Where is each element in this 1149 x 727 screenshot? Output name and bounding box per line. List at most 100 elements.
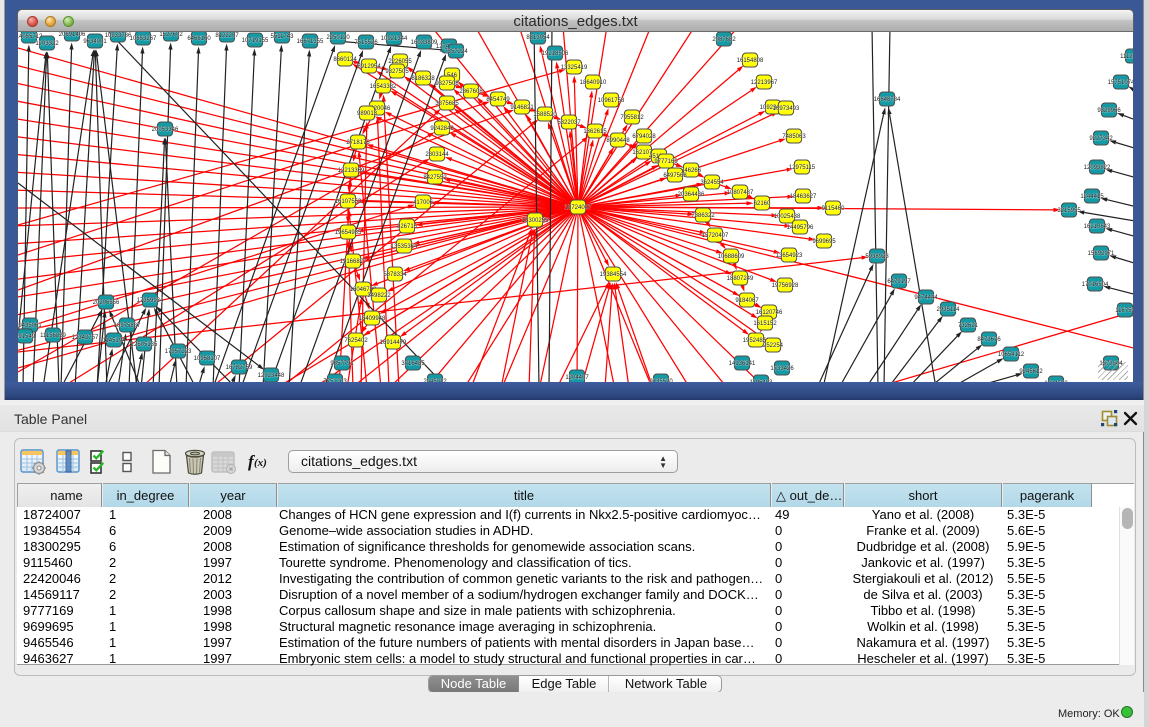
svg-text:14495796: 14495796 <box>787 225 814 231</box>
svg-text:10807487: 10807487 <box>727 190 754 196</box>
svg-text:9146821: 9146821 <box>510 105 534 111</box>
svg-text:5511743: 5511743 <box>271 34 295 40</box>
svg-text:18807249: 18807249 <box>727 276 754 282</box>
svg-text:16671355: 16671355 <box>297 39 324 45</box>
svg-text:7515526: 7515526 <box>354 40 378 46</box>
svg-text:20691406: 20691406 <box>59 32 86 38</box>
svg-text:5322037: 5322037 <box>557 120 581 126</box>
svg-text:18640910: 18640910 <box>580 80 607 86</box>
svg-text:989013: 989013 <box>357 111 378 117</box>
svg-text:10719155: 10719155 <box>242 38 269 44</box>
svg-text:16543382: 16543382 <box>370 84 397 90</box>
svg-text:9327505: 9327505 <box>385 69 409 75</box>
svg-text:18724007: 18724007 <box>565 205 592 211</box>
svg-text:2803144: 2803144 <box>425 152 449 158</box>
svg-text:16210643: 16210643 <box>1084 224 1111 230</box>
svg-text:10025438: 10025438 <box>774 214 801 220</box>
svg-text:9857791: 9857791 <box>330 361 354 367</box>
svg-text:7357224: 7357224 <box>444 49 468 55</box>
svg-text:16914479: 16914479 <box>380 340 407 346</box>
svg-text:9777169: 9777169 <box>654 159 678 165</box>
svg-text:16033809: 16033809 <box>411 40 438 46</box>
svg-text:17016504: 17016504 <box>1082 282 1109 288</box>
svg-text:2935114: 2935114 <box>937 307 961 313</box>
svg-text:6479197: 6479197 <box>887 279 911 285</box>
svg-text:10933786: 10933786 <box>105 33 132 39</box>
svg-text:8813054: 8813054 <box>526 35 550 41</box>
svg-text:12505135: 12505135 <box>131 342 158 348</box>
svg-text:9699695: 9699695 <box>812 239 836 245</box>
svg-text:1615152: 1615152 <box>753 321 777 327</box>
svg-text:17957223: 17957223 <box>165 349 192 355</box>
svg-text:12923448: 12923448 <box>258 373 285 379</box>
svg-text:8122207: 8122207 <box>215 33 239 39</box>
svg-text:(x): (x) <box>254 457 267 469</box>
svg-text:3624554: 3624554 <box>700 180 724 186</box>
svg-text:20206556: 20206556 <box>93 300 120 306</box>
svg-text:11120042: 11120042 <box>1120 54 1134 60</box>
svg-text:1362615: 1362615 <box>583 129 607 135</box>
svg-text:9242848: 9242848 <box>430 126 454 132</box>
svg-text:9435061: 9435061 <box>18 323 42 329</box>
svg-text:10653267: 10653267 <box>130 36 157 42</box>
svg-text:3716485: 3716485 <box>401 361 425 367</box>
svg-text:7625402: 7625402 <box>344 338 368 344</box>
svg-text:1527602: 1527602 <box>159 32 183 38</box>
svg-text:8660124: 8660124 <box>333 57 357 63</box>
svg-text:17359934: 17359934 <box>137 298 164 304</box>
svg-text:16648784: 16648784 <box>874 97 901 103</box>
svg-text:1244415: 1244415 <box>1080 194 1104 200</box>
svg-text:1733426: 1733426 <box>770 366 794 372</box>
svg-text:16120746: 16120746 <box>756 310 783 316</box>
svg-text:9634001: 9634001 <box>83 39 107 45</box>
svg-text:9227342: 9227342 <box>1089 136 1113 142</box>
svg-text:7386322: 7386322 <box>691 213 715 219</box>
svg-text:6794028: 6794028 <box>632 134 656 140</box>
svg-text:13325419: 13325419 <box>561 65 588 71</box>
svg-text:62160: 62160 <box>754 201 771 207</box>
svg-text:16154808: 16154808 <box>737 58 764 64</box>
svg-text:13654923: 13654923 <box>776 253 803 259</box>
svg-text:8454749: 8454749 <box>486 97 510 103</box>
svg-text:16409948: 16409948 <box>359 316 386 322</box>
svg-text:6466160: 6466160 <box>187 36 211 42</box>
svg-text:16107553: 16107553 <box>335 199 362 205</box>
svg-text:10975887: 10975887 <box>114 323 141 329</box>
svg-text:9327508: 9327508 <box>435 81 459 87</box>
svg-text:9115460: 9115460 <box>822 206 846 212</box>
svg-text:3215955: 3215955 <box>1057 208 1081 214</box>
svg-text:2087682: 2087682 <box>712 37 736 43</box>
svg-text:6497568: 6497568 <box>663 173 687 179</box>
svg-text:12975115: 12975115 <box>789 165 816 171</box>
svg-text:8471676: 8471676 <box>977 337 1001 343</box>
svg-text:9329966: 9329966 <box>1097 108 1121 114</box>
svg-text:12213967: 12213967 <box>751 80 778 86</box>
svg-text:3498222: 3498222 <box>367 293 391 299</box>
svg-text:9474444: 9474444 <box>914 295 938 301</box>
svg-text:5938923: 5938923 <box>865 254 889 260</box>
svg-text:18463627: 18463627 <box>790 194 817 200</box>
svg-text:9184067: 9184067 <box>735 298 759 304</box>
svg-text:7485063: 7485063 <box>782 134 806 140</box>
svg-text:19166827: 19166827 <box>340 259 367 265</box>
svg-text:9245612: 9245612 <box>1019 369 1043 375</box>
svg-text:16782759: 16782759 <box>226 365 253 371</box>
svg-text:19218506: 19218506 <box>542 51 569 57</box>
svg-text:5878334: 5878334 <box>383 272 407 278</box>
svg-text:20364436: 20364436 <box>678 192 705 198</box>
svg-text:12093822: 12093822 <box>1084 165 1111 171</box>
svg-text:20053346: 20053346 <box>152 127 179 133</box>
svg-text:14136141: 14136141 <box>729 361 756 367</box>
svg-text:15751074: 15751074 <box>1108 80 1134 86</box>
svg-text:2718176: 2718176 <box>346 140 370 146</box>
svg-text:391549: 391549 <box>18 334 36 340</box>
svg-text:8186328: 8186328 <box>411 76 435 82</box>
svg-text:252254: 252254 <box>763 343 784 349</box>
svg-text:12342757: 12342757 <box>72 335 99 341</box>
svg-text:10961758: 10961758 <box>598 98 625 104</box>
svg-text:3875685: 3875685 <box>435 101 459 107</box>
svg-text:15720407: 15720407 <box>702 233 729 239</box>
svg-text:2867608: 2867608 <box>459 89 483 95</box>
svg-text:116753: 116753 <box>1115 308 1134 314</box>
svg-text:417006: 417006 <box>413 200 434 206</box>
